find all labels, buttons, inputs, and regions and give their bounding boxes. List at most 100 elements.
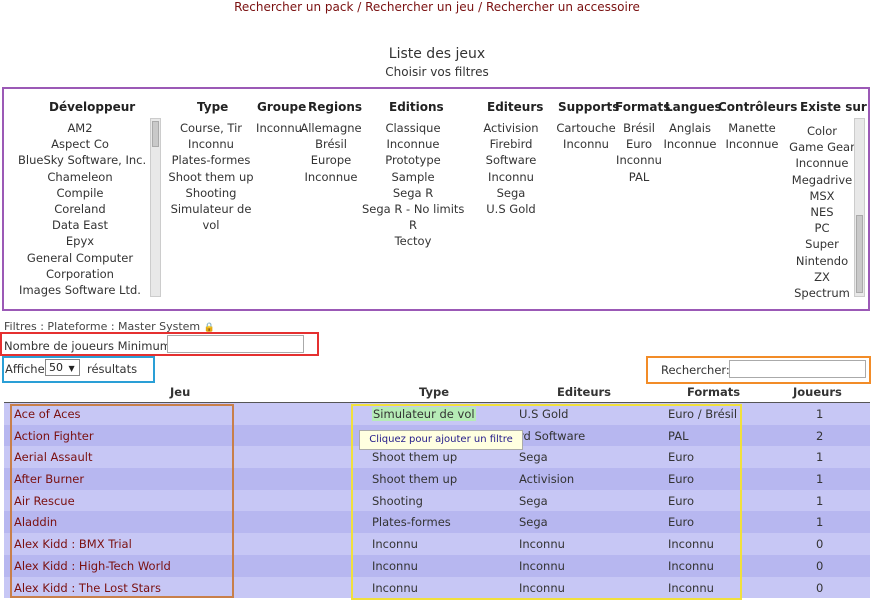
filter-header-languages: Langues [665, 100, 722, 114]
filter-option-language[interactable]: Inconnue [662, 136, 718, 152]
filter-option-language[interactable]: Anglais [662, 120, 718, 136]
filter-list-regions[interactable]: Allemagne Brésil Europe Inconnue [300, 120, 362, 185]
filter-option-developer[interactable]: Coreland [18, 201, 142, 217]
column-header-type[interactable]: Type [419, 385, 449, 399]
filter-option-edition[interactable]: Prototype [362, 152, 464, 168]
filter-option-type[interactable]: Shoot them up [167, 169, 255, 185]
filter-option-exists-on[interactable]: Color [786, 123, 858, 139]
filter-option-format[interactable]: Inconnu [612, 152, 666, 168]
filter-option-exists-on[interactable]: Game Gear [786, 139, 858, 155]
filter-option-edition[interactable]: Inconnue [362, 136, 464, 152]
filter-option-publisher[interactable]: Inconnu [478, 169, 544, 185]
filter-list-group[interactable]: Inconnu [256, 120, 302, 136]
column-header-game[interactable]: Jeu [170, 385, 190, 399]
column-header-players[interactable]: Joueurs [793, 385, 842, 399]
players-cell: 2 [816, 428, 824, 443]
filter-option-type[interactable]: Shooting [167, 185, 255, 201]
search-input[interactable] [729, 360, 866, 378]
filter-option-publisher[interactable]: Activision [478, 120, 544, 136]
filter-option-publisher[interactable]: U.S Gold [478, 201, 544, 217]
filter-option-edition[interactable]: Sega R [362, 185, 464, 201]
players-cell: 1 [816, 472, 824, 487]
filter-option-exists-on[interactable]: NES [786, 204, 858, 220]
players-cell: 1 [816, 407, 824, 421]
filter-option-region[interactable]: Europe [300, 152, 362, 168]
filter-option-type[interactable]: Inconnu [167, 136, 255, 152]
filter-option-support[interactable]: Inconnu [554, 136, 618, 152]
exists-on-scrollbar[interactable] [854, 118, 865, 297]
filter-list-controllers[interactable]: Manette Inconnue [722, 120, 782, 152]
exists-on-scroll-thumb[interactable] [856, 215, 863, 293]
players-cell: 1 [816, 450, 824, 465]
developer-scrollbar[interactable] [150, 118, 161, 297]
filter-option-exists-on[interactable]: Megadrive [786, 172, 858, 188]
page-size-label: Affiche [5, 362, 45, 376]
filter-option-edition[interactable]: R [362, 217, 464, 233]
column-header-formats[interactable]: Formats [687, 385, 740, 399]
filter-option-type[interactable]: Simulateur de [167, 201, 255, 217]
page-size-select[interactable]: 50 ▼ [45, 359, 80, 376]
filter-option-controller[interactable]: Manette [722, 120, 782, 136]
players-cell: 1 [816, 515, 824, 530]
filter-header-publishers: Editeurs [487, 100, 544, 114]
min-players-input[interactable] [167, 335, 304, 353]
filter-option-format[interactable]: PAL [612, 169, 666, 185]
filter-option-developer[interactable]: Aspect Co [18, 136, 142, 152]
filter-option-publisher[interactable]: Software [478, 152, 544, 168]
filter-list-publishers[interactable]: Activision Firebird Software Inconnu Sega U.S… [478, 120, 544, 217]
filter-list-developer[interactable]: AM2 Aspect Co BlueSky Software, Inc. Chamel… [18, 120, 146, 298]
link-search-pack[interactable]: Rechercher un pack [234, 0, 353, 14]
filter-option-developer[interactable]: Chameleon [18, 169, 142, 185]
link-search-accessory[interactable]: Rechercher un accessoire [486, 0, 640, 14]
players-cell: 0 [816, 558, 824, 573]
filter-option-exists-on[interactable]: Nintendo [786, 253, 858, 269]
filter-list-exists-on[interactable]: Color Game Gear Inconnue Megadrive MSX NES PC S… [786, 123, 858, 301]
filter-header-formats: Formats [615, 100, 671, 114]
filter-option-exists-on[interactable]: PC [786, 220, 858, 236]
filter-option-group[interactable]: Inconnu [256, 120, 302, 136]
filter-list-languages[interactable]: Anglais Inconnue [662, 120, 718, 152]
filter-option-region[interactable]: Inconnue [300, 169, 362, 185]
filter-option-exists-on[interactable]: MSX [786, 188, 858, 204]
filter-option-publisher[interactable]: Firebird [478, 136, 544, 152]
filter-option-controller[interactable]: Inconnue [722, 136, 782, 152]
filter-option-region[interactable]: Brésil [300, 136, 362, 152]
filter-list-formats[interactable]: Brésil Euro Inconnu PAL [612, 120, 666, 185]
filter-option-developer[interactable]: Images Software Ltd. [18, 282, 142, 298]
filter-option-developer[interactable]: Data East [18, 217, 142, 233]
search-label: Rechercher: [661, 363, 730, 377]
nav-separator: / [478, 0, 483, 14]
filter-option-edition[interactable]: Sample [362, 169, 464, 185]
filter-option-exists-on[interactable]: Spectrum [786, 285, 858, 301]
filter-option-publisher[interactable]: Sega [478, 185, 544, 201]
filter-option-format[interactable]: Brésil [612, 120, 666, 136]
filter-option-exists-on[interactable]: Super [786, 236, 858, 252]
filter-option-developer[interactable]: Epyx [18, 233, 142, 249]
filter-option-edition[interactable]: Tectoy [362, 233, 464, 249]
filter-option-developer[interactable]: Corporation [18, 266, 142, 282]
filter-option-type[interactable]: Course, Tir [167, 120, 255, 136]
filter-option-region[interactable]: Allemagne [300, 120, 362, 136]
players-cell: 0 [816, 537, 824, 552]
filter-option-type[interactable]: Plates-formes [167, 152, 255, 168]
filter-option-support[interactable]: Cartouche [554, 120, 618, 136]
filter-list-editions[interactable]: Classique Inconnue Prototype Sample Sega R Se… [362, 120, 464, 250]
filter-list-type[interactable]: Course, Tir Inconnu Plates-formes Shoot the… [167, 120, 255, 233]
filter-option-exists-on[interactable]: ZX [786, 269, 858, 285]
developer-scroll-thumb[interactable] [152, 121, 159, 147]
filter-option-exists-on[interactable]: Inconnue [786, 155, 858, 171]
link-search-game[interactable]: Rechercher un jeu [365, 0, 474, 14]
filter-option-developer[interactable]: General Computer [18, 250, 142, 266]
filter-option-developer[interactable]: Compile [18, 185, 142, 201]
filter-option-edition[interactable]: Sega R - No limits [362, 201, 464, 217]
filter-header-type: Type [197, 100, 229, 114]
filter-option-edition[interactable]: Classique [362, 120, 464, 136]
filter-option-developer[interactable]: BlueSky Software, Inc. [18, 152, 146, 168]
filter-option-format[interactable]: Euro [612, 136, 666, 152]
filter-list-supports[interactable]: Cartouche Inconnu [554, 120, 618, 152]
filter-header-editions: Editions [389, 100, 444, 114]
filter-option-developer[interactable]: AM2 [18, 120, 142, 136]
filter-option-type[interactable]: vol [167, 217, 255, 233]
filter-header-exists-on: Existe sur [800, 100, 867, 114]
column-header-publishers[interactable]: Editeurs [557, 385, 611, 399]
